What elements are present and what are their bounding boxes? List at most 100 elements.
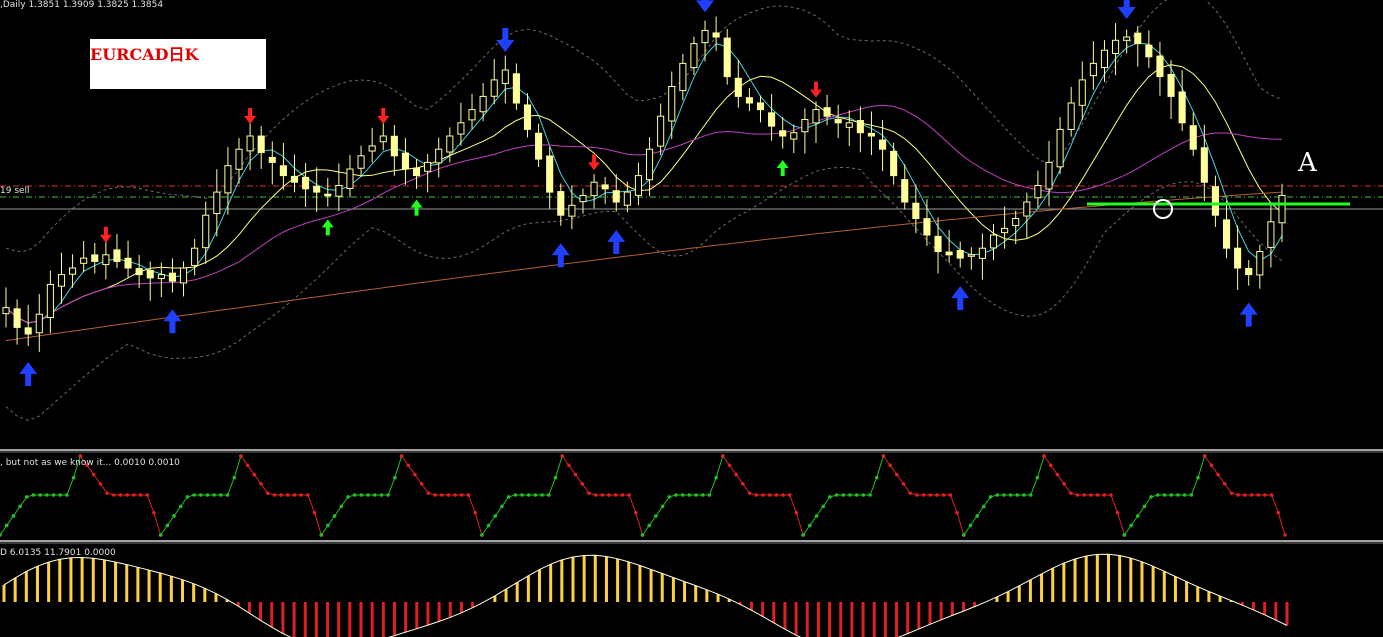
price-chart[interactable] [0, 0, 1383, 637]
osc-dot [453, 493, 457, 497]
osc-dot [1142, 504, 1147, 509]
osc-dot [674, 493, 678, 497]
candle-body [435, 148, 443, 164]
osc-dot [446, 493, 451, 497]
candle-body [1012, 218, 1020, 227]
title-box: EURCAD日K [90, 39, 266, 89]
osc-dot [781, 493, 785, 497]
osc-dot [1075, 493, 1080, 497]
candle-body [1178, 91, 1186, 124]
candle-body [24, 327, 32, 335]
osc-dot [834, 493, 839, 497]
osc-dot [841, 493, 846, 497]
candle-body [1067, 102, 1075, 130]
candle-body [623, 191, 631, 206]
osc-dot [607, 493, 611, 497]
osc-dot [1196, 475, 1200, 480]
candle-body [823, 107, 831, 117]
osc-dot [814, 514, 819, 518]
candle-body [368, 145, 376, 152]
osc-dot [1048, 463, 1053, 468]
osc-dot [808, 523, 812, 528]
osc-dot [480, 533, 484, 537]
osc-dot [145, 493, 150, 497]
osc-dot [1256, 493, 1261, 497]
candle-body [945, 251, 953, 256]
osc-dot [232, 475, 237, 480]
osc-dot [700, 493, 705, 497]
osc-dot [774, 493, 779, 497]
osc-dot [553, 475, 558, 480]
candle-body [179, 267, 188, 284]
osc-dot [1156, 493, 1160, 497]
osc-dot [1216, 472, 1220, 477]
osc-dot [111, 493, 116, 497]
osc-dot [687, 493, 692, 497]
osc-dot [1169, 493, 1174, 497]
osc-dot [1202, 454, 1207, 458]
osc-dot [1283, 533, 1287, 537]
candle-body [923, 218, 931, 236]
osc-dot [908, 491, 913, 495]
osc-dot [466, 493, 471, 497]
osc-dot [1269, 493, 1274, 497]
osc-dot [1069, 491, 1073, 495]
osc-dot [988, 495, 993, 499]
osc-dot [533, 493, 538, 497]
candle-body [157, 274, 165, 280]
osc-dot [185, 495, 190, 499]
candle-body [279, 165, 287, 177]
candle-body [1001, 227, 1009, 234]
osc-dot [901, 482, 906, 486]
osc-dot [219, 493, 223, 497]
candle-body [446, 135, 454, 153]
candle-body [102, 254, 110, 266]
candle-body [790, 132, 798, 140]
osc-dot [1263, 493, 1267, 497]
osc-dot [366, 493, 370, 497]
candle-body [457, 122, 465, 135]
osc-dot [1276, 510, 1281, 515]
osc-dot [1102, 493, 1107, 497]
osc-dot [513, 493, 518, 497]
osc-dot [660, 504, 665, 509]
candle-body [590, 181, 598, 197]
osc-dot [734, 472, 738, 477]
candle-body [546, 155, 554, 193]
osc-dot [486, 523, 491, 528]
osc-dot [821, 504, 826, 509]
candle-body [679, 62, 687, 92]
osc-dot [11, 514, 16, 518]
main-info-label: ,Daily 1.3851 1.3909 1.3825 1.3854 [0, 0, 164, 10]
candle-body [91, 254, 99, 262]
osc-dot [1122, 533, 1127, 537]
candle-body [379, 135, 387, 143]
osc-dot [1249, 493, 1254, 497]
osc-dot [1022, 493, 1026, 497]
candle-body [213, 191, 221, 215]
osc-dot [51, 493, 56, 497]
osc-dot [1028, 493, 1033, 497]
candle-body [1189, 125, 1197, 150]
candle-body [690, 43, 698, 69]
osc-dot [198, 493, 203, 497]
candle-body [257, 135, 265, 154]
candle-body [989, 234, 998, 249]
osc-dot [560, 454, 564, 458]
candle-body [346, 168, 354, 189]
osc-dot [125, 493, 129, 497]
osc-dot [1209, 463, 1214, 468]
candle-body [834, 118, 842, 124]
osc-dot [500, 504, 504, 509]
osc-dot [319, 533, 324, 537]
osc-dot [98, 482, 103, 486]
osc-dot [1062, 482, 1066, 486]
candle-body [845, 122, 853, 128]
candle-body [557, 191, 565, 216]
osc-dot [252, 472, 257, 477]
candle-body [1278, 194, 1286, 224]
candle-body [390, 135, 398, 157]
candle-body [124, 257, 132, 269]
candle-body [113, 249, 121, 262]
osc-dot [386, 493, 390, 497]
